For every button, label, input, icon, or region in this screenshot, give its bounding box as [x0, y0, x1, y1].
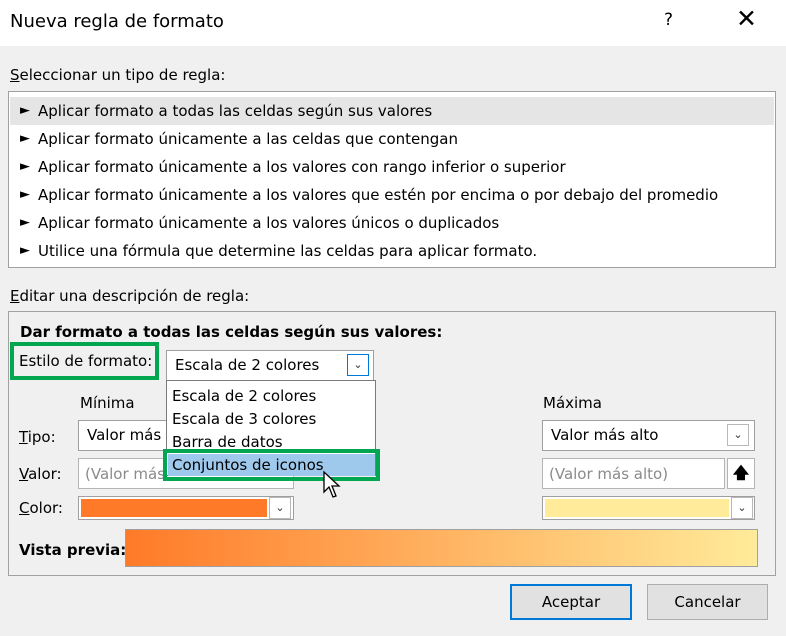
max-value-input[interactable]: (Valor más alto) [542, 458, 725, 489]
rule-type-item-label: Aplicar formato únicamente a los valores… [38, 186, 719, 204]
arrow-icon: ► [20, 103, 30, 118]
rule-type-item[interactable]: ► Aplicar formato únicamente a los valor… [10, 153, 774, 181]
help-button[interactable]: ? [664, 10, 673, 30]
description-heading: Dar formato a todas las celdas según sus… [20, 323, 443, 341]
min-color-picker[interactable]: ⌄ [78, 496, 294, 520]
preview-label: Vista previa: [19, 541, 127, 559]
dropdown-option[interactable]: Escala de 2 colores [168, 385, 375, 407]
max-type-select[interactable]: Valor más alto ⌄ [542, 420, 755, 451]
preview-gradient [125, 529, 758, 567]
chevron-down-icon[interactable]: ⌄ [269, 497, 291, 519]
dropdown-option[interactable]: Escala de 3 colores [168, 408, 375, 430]
arrow-icon: ► [20, 131, 30, 146]
format-style-label: Estilo de formato: [19, 352, 153, 370]
min-header: Mínima [80, 394, 135, 412]
type-label: Tipo: [19, 428, 56, 446]
max-type-value: Valor más alto [551, 426, 659, 444]
min-color-swatch [81, 499, 267, 517]
icon-sets-highlight-box [163, 449, 380, 481]
rule-type-item-label: Aplicar formato a todas las celdas según… [38, 102, 433, 120]
arrow-icon: ► [20, 215, 30, 230]
rule-type-item[interactable]: ► Aplicar formato únicamente a las celda… [10, 125, 774, 153]
mouse-pointer-icon [323, 470, 341, 498]
max-color-picker[interactable]: ⌄ [542, 496, 755, 520]
rule-type-list[interactable]: ► Aplicar formato a todas las celdas seg… [8, 91, 776, 268]
format-style-select[interactable]: Escala de 2 colores ⌄ [166, 350, 374, 381]
chevron-down-icon[interactable]: ⌄ [347, 354, 369, 376]
arrow-icon: ► [20, 159, 30, 174]
rule-type-item-label: Aplicar formato únicamente a los valores… [38, 214, 500, 232]
cancel-button[interactable]: Cancelar [647, 584, 768, 620]
format-style-value: Escala de 2 colores [175, 356, 320, 374]
upload-icon[interactable]: 🡅 [727, 458, 755, 489]
dialog-title: Nueva regla de formato [10, 11, 224, 32]
min-value-placeholder: (Valor más [85, 465, 166, 483]
chevron-down-icon[interactable]: ⌄ [727, 424, 749, 446]
rule-type-item[interactable]: ► Aplicar formato únicamente a los valor… [10, 209, 774, 237]
color-label: Color: [19, 499, 63, 517]
max-color-swatch [545, 499, 729, 517]
chevron-down-icon[interactable]: ⌄ [731, 497, 753, 519]
rule-type-item[interactable]: ► Aplicar formato únicamente a los valor… [10, 181, 774, 209]
rule-type-label: Seleccionar un tipo de regla: [10, 66, 226, 84]
rule-description-label: Editar una descripción de regla: [10, 287, 250, 305]
close-button[interactable]: ✕ [736, 4, 757, 33]
rule-type-item-label: Aplicar formato únicamente a las celdas … [38, 130, 458, 148]
arrow-icon: ► [20, 243, 30, 258]
accept-button[interactable]: Aceptar [510, 584, 632, 620]
rule-type-item-label: Utilice una fórmula que determine las ce… [38, 242, 538, 260]
max-value-placeholder: (Valor más alto) [549, 465, 669, 483]
value-label: Valor: [19, 465, 62, 483]
arrow-icon: ► [20, 187, 30, 202]
max-header: Máxima [543, 394, 602, 412]
rule-type-item-label: Aplicar formato únicamente a los valores… [38, 158, 566, 176]
min-type-value: Valor más [87, 426, 162, 444]
rule-type-item[interactable]: ► Aplicar formato a todas las celdas seg… [10, 97, 774, 125]
rule-type-item[interactable]: ► Utilice una fórmula que determine las … [10, 237, 774, 265]
